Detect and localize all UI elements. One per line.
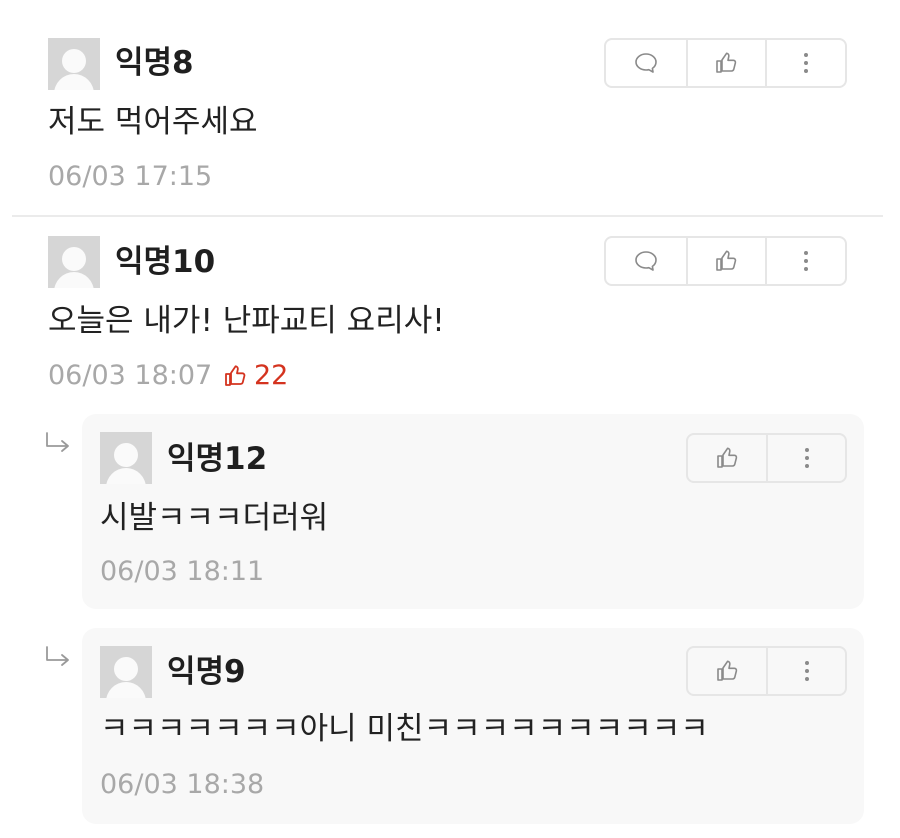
reply-item: 익명12 시발ㅋㅋㅋ더러워 06/03 18:11 xyxy=(82,414,864,609)
thumbs-up-icon xyxy=(714,445,740,471)
thumbs-up-icon xyxy=(713,50,739,76)
comment-item: 익명10 오늘은 내가! 난파교티 요리사! 06/03 18:07 22 xyxy=(0,217,900,412)
reply-nickname: 익명12 xyxy=(167,441,268,477)
comment-item: 익명8 저도 먹어주세요 06/03 17:15 xyxy=(0,0,900,215)
like-button[interactable] xyxy=(685,40,766,86)
like-button[interactable] xyxy=(685,238,766,284)
like-button[interactable] xyxy=(688,435,766,481)
more-button[interactable] xyxy=(766,435,845,481)
reply-button[interactable] xyxy=(606,40,686,86)
comment-actions xyxy=(604,236,847,286)
reply-actions xyxy=(686,646,847,696)
reply-text: ㅋㅋㅋㅋㅋㅋㅋ아니 미친ㅋㅋㅋㅋㅋㅋㅋㅋㅋㅋ xyxy=(100,711,709,747)
more-button[interactable] xyxy=(765,238,845,284)
avatar xyxy=(48,38,100,90)
comment-text: 오늘은 내가! 난파교티 요리사! xyxy=(48,303,445,339)
reply-actions xyxy=(686,433,847,483)
comment-text: 저도 먹어주세요 xyxy=(48,104,258,140)
more-vertical-icon xyxy=(794,445,820,471)
comment-nickname: 익명10 xyxy=(115,244,216,280)
like-button[interactable] xyxy=(688,648,766,694)
reply-arrow-icon xyxy=(44,432,72,454)
vote-count: 22 xyxy=(222,361,288,391)
reply-time: 06/03 18:38 xyxy=(100,769,265,800)
reply-button[interactable] xyxy=(606,238,686,284)
more-vertical-icon xyxy=(794,658,820,684)
comment-actions xyxy=(604,38,847,88)
more-vertical-icon xyxy=(793,248,819,274)
avatar xyxy=(48,236,100,288)
thumbs-up-icon xyxy=(713,248,739,274)
comment-nickname: 익명8 xyxy=(115,45,194,81)
avatar xyxy=(100,646,152,698)
comment-time: 06/03 17:15 xyxy=(48,161,213,192)
reply-time: 06/03 18:11 xyxy=(100,556,265,587)
reply-text: 시발ㅋㅋㅋ더러워 xyxy=(100,500,329,536)
speech-bubble-icon xyxy=(633,50,659,76)
avatar xyxy=(100,432,152,484)
thumbs-up-icon xyxy=(222,363,248,389)
more-button[interactable] xyxy=(766,648,845,694)
comment-time: 06/03 18:07 xyxy=(48,360,213,391)
reply-item: 익명9 ㅋㅋㅋㅋㅋㅋㅋ아니 미친ㅋㅋㅋㅋㅋㅋㅋㅋㅋㅋ 06/03 18:38 xyxy=(82,628,864,824)
reply-nickname: 익명9 xyxy=(167,654,246,690)
speech-bubble-icon xyxy=(633,248,659,274)
reply-arrow-icon xyxy=(44,646,72,668)
vote-count-value: 22 xyxy=(254,360,289,391)
thumbs-up-icon xyxy=(714,658,740,684)
more-button[interactable] xyxy=(765,40,845,86)
more-vertical-icon xyxy=(793,50,819,76)
